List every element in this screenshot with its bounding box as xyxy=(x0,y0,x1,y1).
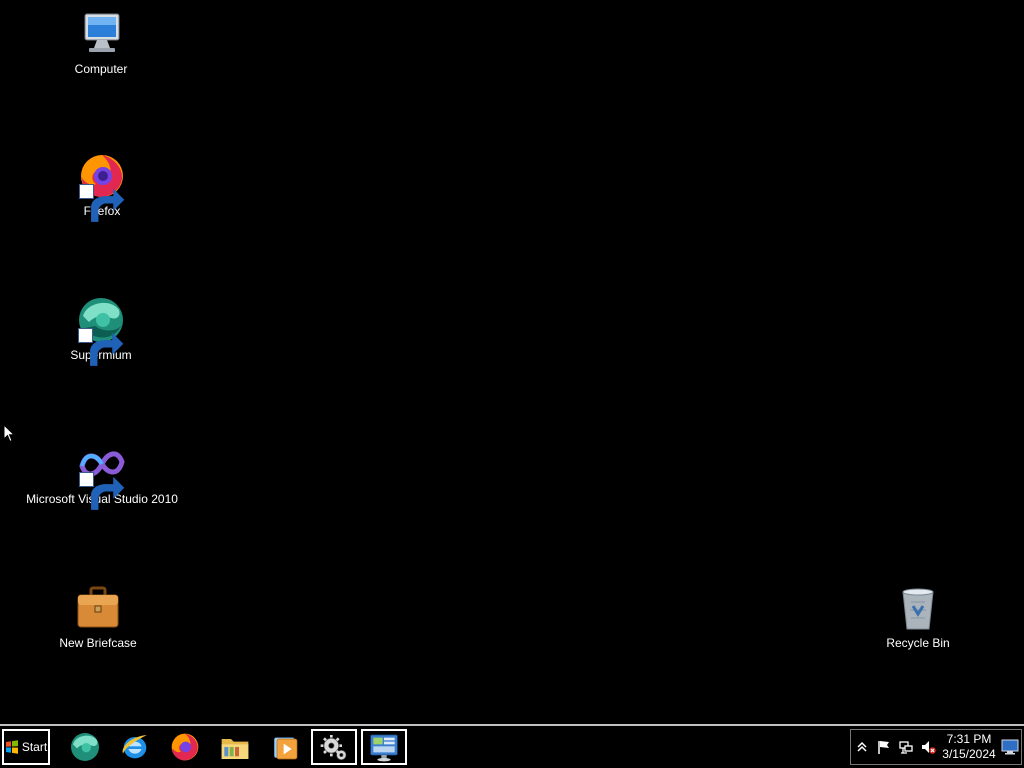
folder-icon xyxy=(221,739,249,759)
gear-icon xyxy=(320,735,347,760)
internet-explorer-taskbar-icon[interactable] xyxy=(112,729,158,765)
explorer-taskbar-icon[interactable] xyxy=(212,729,258,765)
control-panel-icon xyxy=(370,734,398,762)
taskbar: Start 7:31 PM 3/15/2024 xyxy=(0,724,1024,768)
desktop-icon-firefox[interactable]: Firefox xyxy=(12,152,192,222)
ie-icon xyxy=(122,735,147,759)
monitor-icon xyxy=(1001,739,1019,755)
action-center-tray-icon[interactable] xyxy=(873,732,895,762)
briefcase-icon xyxy=(74,584,122,632)
firefox-taskbar-icon[interactable] xyxy=(162,729,208,765)
desktop: Computer Firefox Supermium Microsoft Vis… xyxy=(0,0,1024,724)
desktop-icon-label: Computer xyxy=(74,62,128,76)
shortcut-arrow-icon xyxy=(79,472,125,510)
visual-studio-icon xyxy=(78,440,126,510)
control-panel-taskbar-icon[interactable] xyxy=(361,729,407,765)
system-tray: 7:31 PM 3/15/2024 xyxy=(850,729,1022,765)
clock[interactable]: 7:31 PM 3/15/2024 xyxy=(939,732,999,762)
shortcut-arrow-icon xyxy=(79,184,125,222)
media-player-icon xyxy=(274,737,298,760)
volume-muted-icon xyxy=(922,741,936,754)
windows-logo-icon xyxy=(5,740,18,754)
network-icon xyxy=(899,741,913,754)
supermium-icon xyxy=(71,733,99,761)
supermium-taskbar-icon[interactable] xyxy=(62,729,108,765)
clock-date: 3/15/2024 xyxy=(942,747,996,761)
desktop-icon-recycle-bin[interactable]: Recycle Bin xyxy=(828,584,1008,650)
media-player-taskbar-icon[interactable] xyxy=(262,729,308,765)
mouse-cursor-icon xyxy=(3,424,15,443)
volume-tray-icon[interactable] xyxy=(917,732,939,762)
desktop-icon-computer[interactable]: Computer xyxy=(11,10,191,76)
recycle-bin-icon xyxy=(894,584,942,632)
start-button[interactable]: Start xyxy=(2,729,50,765)
computer-icon xyxy=(77,10,125,58)
chevron-up-icon xyxy=(857,741,867,752)
desktop-icon-supermium[interactable]: Supermium xyxy=(11,296,191,366)
desktop-icon-label: New Briefcase xyxy=(59,636,137,650)
supermium-icon xyxy=(77,296,125,366)
firefox-icon xyxy=(78,152,126,222)
flag-icon xyxy=(878,741,889,754)
start-label: Start xyxy=(21,740,48,754)
show-desktop-button[interactable] xyxy=(1001,738,1019,756)
show-hidden-icons-button[interactable] xyxy=(851,732,873,762)
shortcut-arrow-icon xyxy=(78,328,124,366)
desktop-icon-visual-studio-2010[interactable]: Microsoft Visual Studio 2010 xyxy=(12,440,192,510)
desktop-icon-new-briefcase[interactable]: New Briefcase xyxy=(8,584,188,650)
settings-taskbar-icon[interactable] xyxy=(311,729,357,765)
network-tray-icon[interactable] xyxy=(895,732,917,762)
firefox-icon xyxy=(171,733,199,761)
clock-time: 7:31 PM xyxy=(946,732,992,746)
desktop-icon-label: Recycle Bin xyxy=(886,636,950,650)
